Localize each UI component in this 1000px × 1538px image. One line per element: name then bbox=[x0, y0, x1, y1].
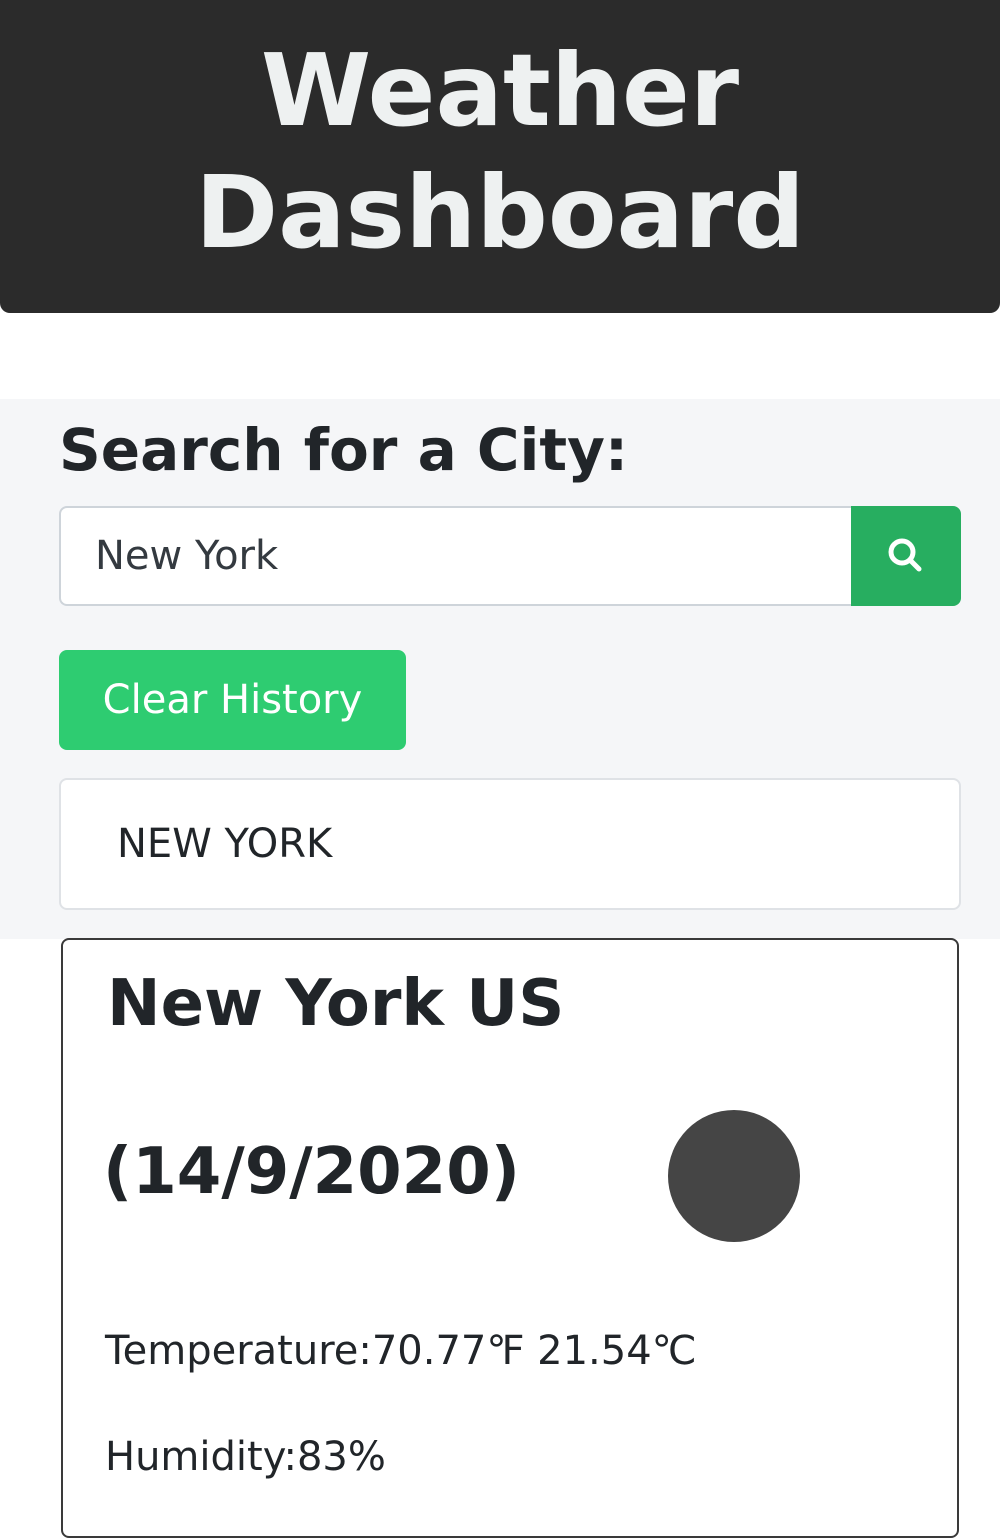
current-city-name: New York US bbox=[107, 967, 565, 1041]
humidity-label: Humidity: bbox=[105, 1434, 297, 1480]
current-weather-card: New York US (14/9/2020) Temperature:70.7… bbox=[61, 938, 959, 1538]
history-item-new-york[interactable]: NEW YORK bbox=[59, 778, 961, 910]
search-button[interactable] bbox=[851, 506, 961, 606]
search-panel: Search for a City: Clear History NEW YOR… bbox=[0, 399, 1000, 939]
temperature-value: 70.77℉ 21.54℃ bbox=[371, 1328, 697, 1374]
weather-icon bbox=[668, 1110, 800, 1242]
temperature-label: Temperature: bbox=[105, 1328, 372, 1374]
clear-history-button[interactable]: Clear History bbox=[59, 650, 406, 750]
search-icon bbox=[888, 538, 922, 572]
humidity-row: Humidity:83% bbox=[105, 1433, 386, 1481]
page-title: Weather Dashboard bbox=[195, 31, 805, 271]
page-header: Weather Dashboard bbox=[0, 0, 1000, 313]
search-heading: Search for a City: bbox=[59, 416, 629, 484]
humidity-value: 83% bbox=[296, 1434, 386, 1480]
history-item-label: NEW YORK bbox=[117, 821, 333, 867]
temperature-row: Temperature:70.77℉ 21.54℃ bbox=[105, 1327, 697, 1375]
current-date: (14/9/2020) bbox=[103, 1135, 520, 1209]
city-search-input[interactable] bbox=[59, 506, 853, 606]
